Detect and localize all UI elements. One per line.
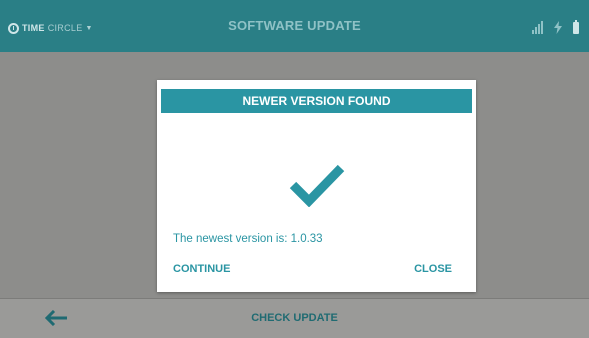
checkmark-icon xyxy=(289,164,345,207)
update-dialog: NEWER VERSION FOUND The newest version i… xyxy=(157,80,476,292)
battery-icon xyxy=(573,20,579,34)
dialog-title: NEWER VERSION FOUND xyxy=(161,89,472,113)
charging-bolt-icon xyxy=(554,21,562,34)
page-title: SOFTWARE UPDATE xyxy=(228,18,361,33)
check-update-button[interactable]: CHECK UPDATE xyxy=(0,312,589,324)
top-app-bar: TIME CIRCLE ▼ SOFTWARE UPDATE xyxy=(0,0,589,52)
signal-strength-icon xyxy=(532,21,543,34)
status-icons xyxy=(532,18,579,34)
version-message: The newest version is: 1.0.33 xyxy=(173,233,323,245)
continue-button[interactable]: CONTINUE xyxy=(173,263,230,275)
close-button[interactable]: CLOSE xyxy=(414,263,452,275)
bottom-bar: CHECK UPDATE xyxy=(0,298,589,338)
